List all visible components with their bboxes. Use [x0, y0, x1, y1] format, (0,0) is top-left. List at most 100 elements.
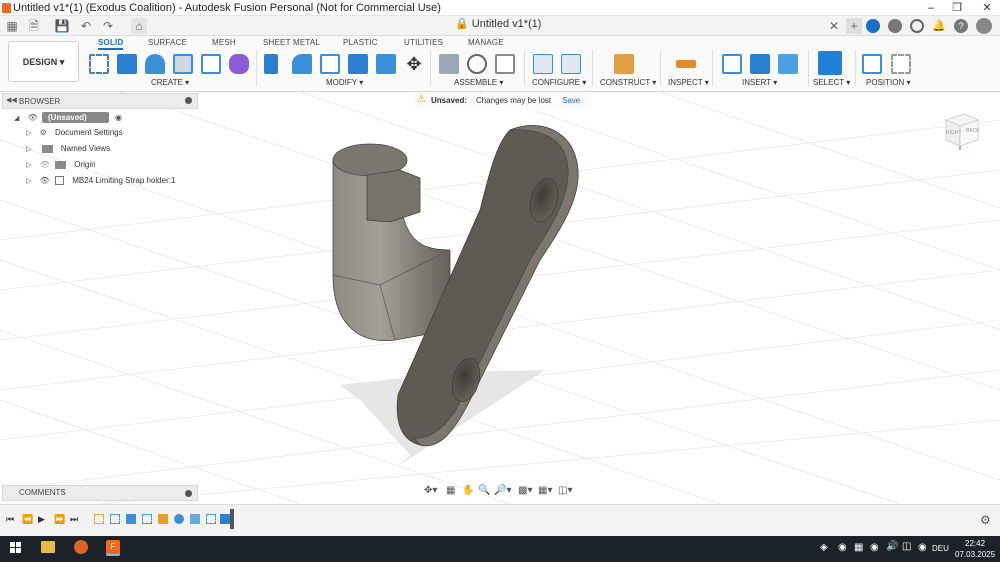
- browser-panel-header[interactable]: ◀◀ BROWSER: [2, 93, 198, 109]
- close-tab-icon[interactable]: ✕: [826, 18, 842, 34]
- comments-add-icon[interactable]: [185, 490, 192, 497]
- save-icon[interactable]: 💾: [54, 18, 70, 34]
- save-link[interactable]: Save: [562, 96, 580, 105]
- tray-icon[interactable]: ◉: [870, 542, 879, 553]
- timeline-revolve-icon[interactable]: [190, 514, 200, 524]
- create-form-icon[interactable]: [229, 54, 249, 74]
- group-configure[interactable]: CONFIGURE ▾: [532, 78, 586, 87]
- activate-radio-icon[interactable]: ◉: [115, 113, 122, 122]
- redo-icon[interactable]: ↷: [100, 18, 116, 34]
- move-icon[interactable]: ✥: [404, 54, 424, 74]
- close-window-button[interactable]: ✕: [974, 0, 1000, 16]
- viewports-icon[interactable]: ◫▾: [558, 485, 572, 496]
- new-tab-icon[interactable]: +: [846, 18, 862, 34]
- group-position[interactable]: POSITION ▾: [866, 78, 910, 87]
- expand-triangle-icon[interactable]: ◢: [14, 115, 19, 122]
- home-icon[interactable]: ⌂: [131, 18, 147, 34]
- as-built-joint-icon[interactable]: [495, 54, 515, 74]
- timeline-previous-icon[interactable]: ⏪: [22, 514, 33, 525]
- display-settings-icon[interactable]: ▩▾: [518, 485, 532, 496]
- timeline-sketch-icon[interactable]: [206, 514, 216, 524]
- steam-tray-icon[interactable]: ◈: [820, 542, 828, 553]
- tray-icon[interactable]: ▦: [854, 542, 863, 553]
- group-construct[interactable]: CONSTRUCT ▾: [600, 78, 656, 87]
- joint-icon[interactable]: [467, 54, 487, 74]
- collapse-panel-icon[interactable]: ◀◀: [6, 96, 17, 104]
- timeline-sketch-icon[interactable]: [110, 514, 120, 524]
- combine-icon[interactable]: [376, 54, 396, 74]
- browser-item-document-settings[interactable]: ▷ ⚙ Document Settings: [26, 128, 123, 144]
- expand-triangle-icon[interactable]: ▷: [26, 178, 31, 185]
- revolve-icon[interactable]: [145, 54, 165, 74]
- tray-icon[interactable]: ◉: [918, 542, 927, 553]
- timeline-settings-gear-icon[interactable]: ⚙: [980, 513, 991, 527]
- pattern-icon[interactable]: [201, 54, 221, 74]
- revert-position-icon[interactable]: [891, 54, 911, 74]
- measure-icon[interactable]: [676, 60, 696, 68]
- tab-utilities[interactable]: UTILITIES: [404, 38, 443, 47]
- browser-item-origin[interactable]: ▷ 👁 Origin: [26, 160, 96, 176]
- group-insert[interactable]: INSERT ▾: [742, 78, 777, 87]
- clock-time[interactable]: 22:42: [965, 539, 985, 548]
- zoom-icon[interactable]: 🔍: [478, 485, 490, 496]
- undo-icon[interactable]: ↶: [78, 18, 94, 34]
- look-at-icon[interactable]: ▦: [446, 485, 455, 496]
- tab-solid[interactable]: SOLID: [98, 38, 124, 50]
- timeline-first-icon[interactable]: ⏮: [6, 514, 14, 525]
- tray-icon[interactable]: ◉: [838, 542, 847, 553]
- group-modify[interactable]: MODIFY ▾: [326, 78, 363, 87]
- browser-root-node[interactable]: ◢ 👁 (Unsaved) ◉: [14, 112, 122, 128]
- timeline-plane-icon[interactable]: [158, 514, 168, 524]
- expand-triangle-icon[interactable]: ▷: [26, 130, 31, 137]
- new-component-icon[interactable]: [439, 54, 459, 74]
- model-canvas[interactable]: [0, 92, 1000, 504]
- hole-icon[interactable]: [173, 54, 193, 74]
- tab-manage[interactable]: MANAGE: [468, 38, 504, 47]
- chamfer-icon[interactable]: [320, 54, 340, 74]
- tab-plastic[interactable]: PLASTIC: [343, 38, 378, 47]
- windows-start-icon[interactable]: [10, 542, 22, 554]
- fusion-taskbar-icon[interactable]: F: [106, 540, 120, 556]
- tab-sheet-metal[interactable]: SHEET METAL: [263, 38, 320, 47]
- timeline-extrude-icon[interactable]: [126, 514, 136, 524]
- fillet-icon[interactable]: [292, 54, 312, 74]
- timeline-extrude-icon[interactable]: [220, 514, 230, 524]
- data-panel-icon[interactable]: [910, 19, 924, 33]
- workspace-switcher[interactable]: DESIGN ▾: [8, 41, 79, 82]
- canvas-viewport[interactable]: RIGHT BACK ✥▾ ▦ ✋ 🔍 🔎▾ ▩▾ ▦▾ ◫▾: [0, 92, 1000, 504]
- timeline-sketch-icon[interactable]: [94, 514, 104, 524]
- browser-options-icon[interactable]: [185, 97, 192, 104]
- input-language[interactable]: DEU: [932, 544, 949, 553]
- shell-icon[interactable]: [348, 54, 368, 74]
- pan-icon[interactable]: ✋: [462, 485, 474, 496]
- press-pull-icon[interactable]: [264, 54, 278, 74]
- help-icon[interactable]: ?: [954, 19, 968, 33]
- network-icon[interactable]: ◫: [902, 541, 911, 552]
- volume-icon[interactable]: 🔊: [886, 541, 898, 552]
- view-cube[interactable]: RIGHT BACK: [942, 110, 982, 150]
- offset-plane-icon[interactable]: [614, 54, 634, 74]
- insert-derive-icon[interactable]: [722, 54, 742, 74]
- notifications-icon[interactable]: 🔔: [932, 19, 946, 33]
- clock-date[interactable]: 07.03.2025: [955, 550, 995, 559]
- grid-settings-icon[interactable]: ▦▾: [538, 485, 552, 496]
- create-sketch-icon[interactable]: [89, 54, 109, 74]
- tab-surface[interactable]: SURFACE: [148, 38, 187, 47]
- expand-triangle-icon[interactable]: ▷: [26, 162, 31, 169]
- extensions-icon[interactable]: [888, 19, 902, 33]
- timeline-sweep-icon[interactable]: [174, 514, 184, 524]
- file-explorer-icon[interactable]: [41, 541, 55, 553]
- capture-position-icon[interactable]: [862, 54, 882, 74]
- extrude-icon[interactable]: [117, 54, 137, 74]
- timeline-next-icon[interactable]: ⏩: [54, 514, 65, 525]
- visibility-eye-icon[interactable]: 👁: [40, 176, 50, 185]
- configuration-table-icon[interactable]: [561, 54, 581, 74]
- document-tab[interactable]: 🔒 Untitled v1*(1): [455, 17, 541, 30]
- file-menu-icon[interactable]: 🗎: [26, 18, 42, 34]
- timeline-last-icon[interactable]: ⏭: [70, 514, 78, 525]
- browser-item-body[interactable]: ▷ 👁 MB24 Limiting Strap holder:1: [26, 176, 175, 192]
- tab-mesh[interactable]: MESH: [212, 38, 236, 47]
- comments-panel-header[interactable]: COMMENTS: [2, 485, 198, 501]
- job-status-icon[interactable]: [866, 19, 880, 33]
- group-assemble[interactable]: ASSEMBLE ▾: [454, 78, 503, 87]
